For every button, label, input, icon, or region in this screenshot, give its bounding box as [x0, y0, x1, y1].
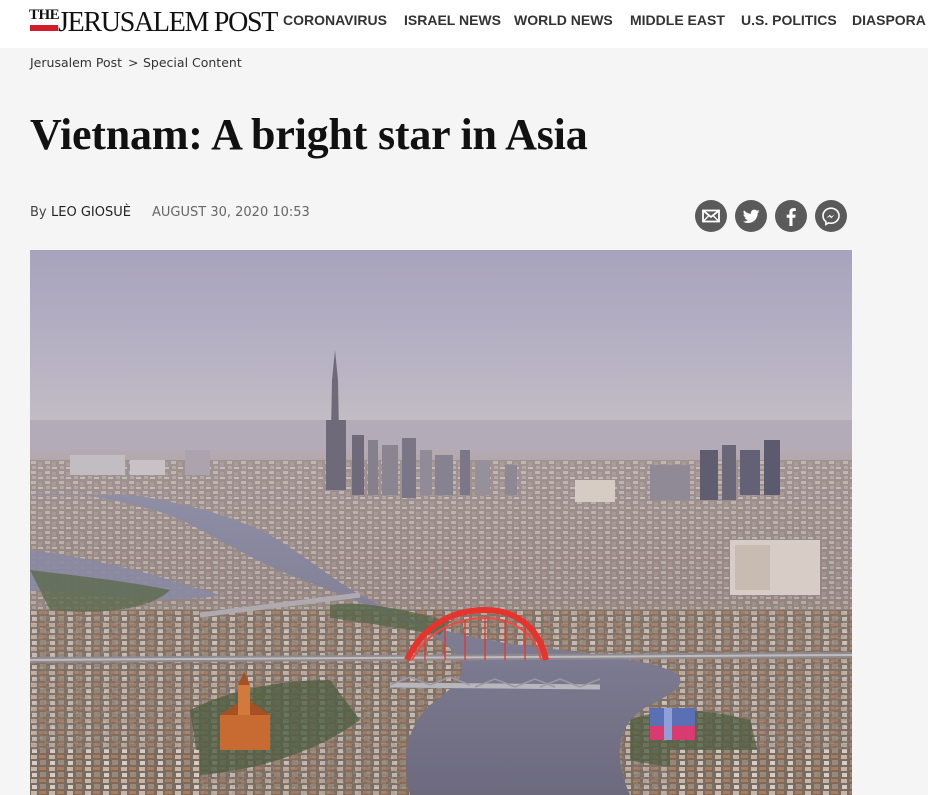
site-logo[interactable]: THE JERUSALEM POST	[29, 7, 278, 42]
share-twitter-button[interactable]	[735, 200, 767, 232]
nav-diaspora[interactable]: DIASPORA	[852, 12, 926, 32]
facebook-icon	[786, 208, 796, 226]
breadcrumb-section[interactable]: Special Content	[143, 55, 242, 70]
publish-date: AUGUST 30, 2020 10:53	[152, 205, 310, 220]
twitter-icon	[742, 209, 760, 223]
nav-us-politics[interactable]: U.S. POLITICS	[741, 12, 837, 32]
breadcrumb-separator: >	[128, 55, 139, 70]
logo-name-text: JERUSALEM POST	[58, 7, 278, 38]
article-title: Vietnam: A bright star in Asia	[30, 110, 588, 159]
share-email-button[interactable]	[695, 200, 727, 232]
author-link[interactable]: LEO GIOSUÈ	[51, 205, 131, 220]
nav-israel-news[interactable]: ISRAEL NEWS	[404, 12, 501, 32]
byline-prefix: By	[30, 205, 47, 220]
logo-the-text: THE	[29, 7, 60, 23]
breadcrumb-home[interactable]: Jerusalem Post	[30, 55, 122, 70]
site-header: THE JERUSALEM POST CORONAVIRUS ISRAEL NE…	[0, 0, 928, 48]
messenger-icon	[822, 207, 840, 226]
share-facebook-button[interactable]	[775, 200, 807, 232]
logo-red-bar	[30, 25, 58, 31]
share-messenger-button[interactable]	[815, 200, 847, 232]
mail-icon	[702, 209, 720, 223]
nav-world-news[interactable]: WORLD NEWS	[514, 12, 613, 32]
nav-middle-east[interactable]: MIDDLE EAST	[630, 12, 725, 32]
hero-image	[30, 250, 852, 795]
nav-coronavirus[interactable]: CORONAVIRUS	[283, 12, 387, 32]
